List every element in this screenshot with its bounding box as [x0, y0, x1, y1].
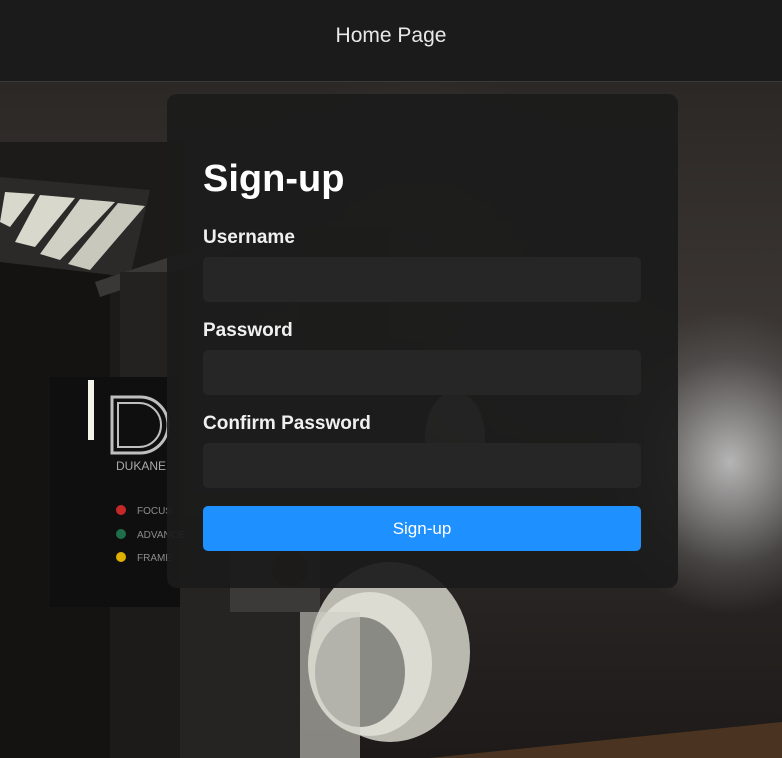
lens-cylinder [300, 562, 470, 758]
home-page-link[interactable]: Home Page [0, 24, 782, 48]
brand-text: DUKANE [116, 459, 166, 473]
signup-submit-button[interactable]: Sign-up [203, 506, 641, 551]
username-label: Username [203, 227, 295, 248]
signup-title: Sign-up [203, 158, 345, 200]
confirm-password-label: Confirm Password [203, 413, 371, 434]
username-input[interactable] [203, 257, 641, 302]
signup-card: Sign-up Username Password Confirm Passwo… [167, 94, 678, 588]
password-input[interactable] [203, 350, 641, 395]
dukane-panel: DUKANE FOCUS ADVANCE FRAME [50, 377, 185, 607]
password-label: Password [203, 320, 293, 341]
confirm-password-input[interactable] [203, 443, 641, 488]
top-navbar: Home Page [0, 0, 782, 82]
